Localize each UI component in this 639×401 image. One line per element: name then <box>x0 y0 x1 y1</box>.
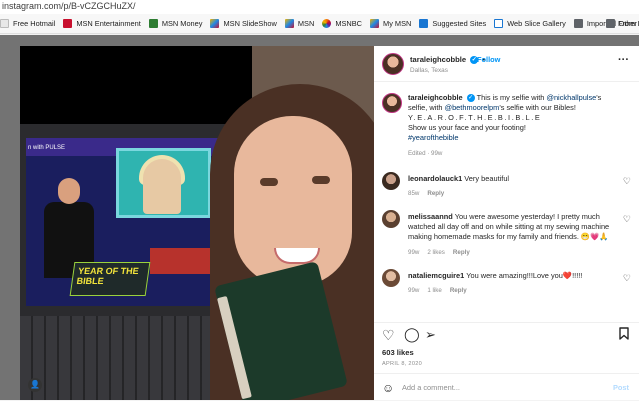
verified-badge-icon: ✓ <box>466 94 475 103</box>
fav-msn-money[interactable]: MSN Money <box>148 19 202 28</box>
comment-bubble-icon[interactable]: ◯ <box>404 326 420 343</box>
post-date: APRIL 8, 2020 <box>382 361 423 367</box>
msnbc-peacock-icon <box>322 19 332 28</box>
location-link[interactable]: Dallas, Texas <box>410 67 448 74</box>
screen-graphic-text: YEAR OF THE BIBLE <box>69 262 151 296</box>
bing-icon <box>419 19 429 28</box>
hashtag-link[interactable]: #yearofthebible <box>408 133 459 142</box>
comment-likes[interactable]: 2 likes <box>427 249 445 256</box>
post-photo[interactable]: n with PULSE YEAR OF THE BIBLE 👤 <box>20 46 374 400</box>
username-link[interactable]: taraleighcobble <box>408 93 463 102</box>
reply-button[interactable]: Reply <box>450 287 467 294</box>
post-header: taraleighcobble ✓ • Follow Dallas, Texas… <box>374 46 639 82</box>
avatar[interactable] <box>382 93 402 113</box>
avatar[interactable] <box>382 210 400 228</box>
fav-free-hotmail[interactable]: Free Hotmail <box>0 19 55 28</box>
share-paper-plane-icon[interactable]: ➢ <box>425 327 436 343</box>
comments-list[interactable]: taraleighcobble ✓ This is my selfie with… <box>374 83 639 322</box>
folder-icon <box>573 19 583 28</box>
avatar[interactable] <box>382 172 400 190</box>
username-link[interactable]: taraleighcobble <box>410 55 466 64</box>
screen-tv-image <box>116 148 211 218</box>
comment-username-link[interactable]: nataliemcguire1 <box>408 271 464 280</box>
msn-icon <box>63 19 73 28</box>
caption-meta: Edited · 99w <box>408 150 443 157</box>
laptop-screen-image: n with PULSE YEAR OF THE BIBLE <box>26 138 224 306</box>
page-icon <box>0 19 9 28</box>
avatar[interactable] <box>382 53 404 75</box>
add-comment-input[interactable] <box>402 383 592 392</box>
fav-my-msn[interactable]: My MSN <box>370 19 411 28</box>
caption-line: Y.E.A.R.O.F.T.H.E.B.I.B.L.E <box>408 113 542 122</box>
likes-count[interactable]: 603 likes <box>382 348 414 357</box>
fav-msnbc[interactable]: MSNBC <box>322 19 362 28</box>
reply-button[interactable]: Reply <box>427 190 444 197</box>
comment-username-link[interactable]: leonardolauck1 <box>408 174 462 183</box>
page-icon <box>494 19 504 28</box>
favorites-bar: Free Hotmail MSN Entertainment MSN Money… <box>0 14 639 34</box>
save-bookmark-icon[interactable] <box>619 327 629 343</box>
emoji-smiley-icon[interactable]: ☺ <box>382 381 394 395</box>
mention-link[interactable]: @bethmoorelpm <box>445 103 500 112</box>
caption-line: Show us your face and your footing! <box>408 123 526 132</box>
fav-msn-entertainment[interactable]: MSN Entertainment <box>63 19 141 28</box>
avatar[interactable] <box>382 269 400 287</box>
like-comment-icon[interactable]: ♡ <box>623 176 631 187</box>
reply-button[interactable]: Reply <box>453 249 470 256</box>
user-tag-icon[interactable]: 👤 <box>28 378 42 392</box>
like-comment-icon[interactable]: ♡ <box>623 214 631 225</box>
fav-suggested-sites[interactable]: Suggested Sites <box>419 19 486 28</box>
msn-icon <box>148 19 158 28</box>
msn-butterfly-icon <box>210 19 220 28</box>
fav-other[interactable]: Other <box>605 19 637 28</box>
fav-msn[interactable]: MSN <box>284 19 314 28</box>
comment-likes[interactable]: 1 like <box>427 287 441 294</box>
post-side-panel: taraleighcobble ✓ • Follow Dallas, Texas… <box>374 46 639 400</box>
more-options-icon[interactable]: ··· <box>618 54 629 66</box>
fav-msn-slideshow[interactable]: MSN SlideShow <box>210 19 277 28</box>
post-comment-button[interactable]: Post <box>613 383 629 392</box>
mention-link[interactable]: @nickhallpulse <box>546 93 596 102</box>
follow-button[interactable]: Follow <box>477 55 500 64</box>
post-actions: ♡ ◯ ➢ 603 likes APRIL 8, 2020 ☺ Post <box>374 322 639 400</box>
screen-caption: n with PULSE <box>28 145 66 151</box>
msn-butterfly-icon <box>284 19 294 28</box>
address-bar[interactable]: instagram.com/p/B-vCZGCHuZX/ <box>0 0 639 14</box>
like-heart-icon[interactable]: ♡ <box>382 327 395 344</box>
folder-icon <box>605 19 615 28</box>
comment-username-link[interactable]: melissaannd <box>408 212 453 221</box>
msn-butterfly-icon <box>370 19 380 28</box>
like-comment-icon[interactable]: ♡ <box>623 273 631 284</box>
fav-web-slice-gallery[interactable]: Web Slice Gallery <box>494 19 566 28</box>
add-comment-row: ☺ Post <box>374 373 639 401</box>
